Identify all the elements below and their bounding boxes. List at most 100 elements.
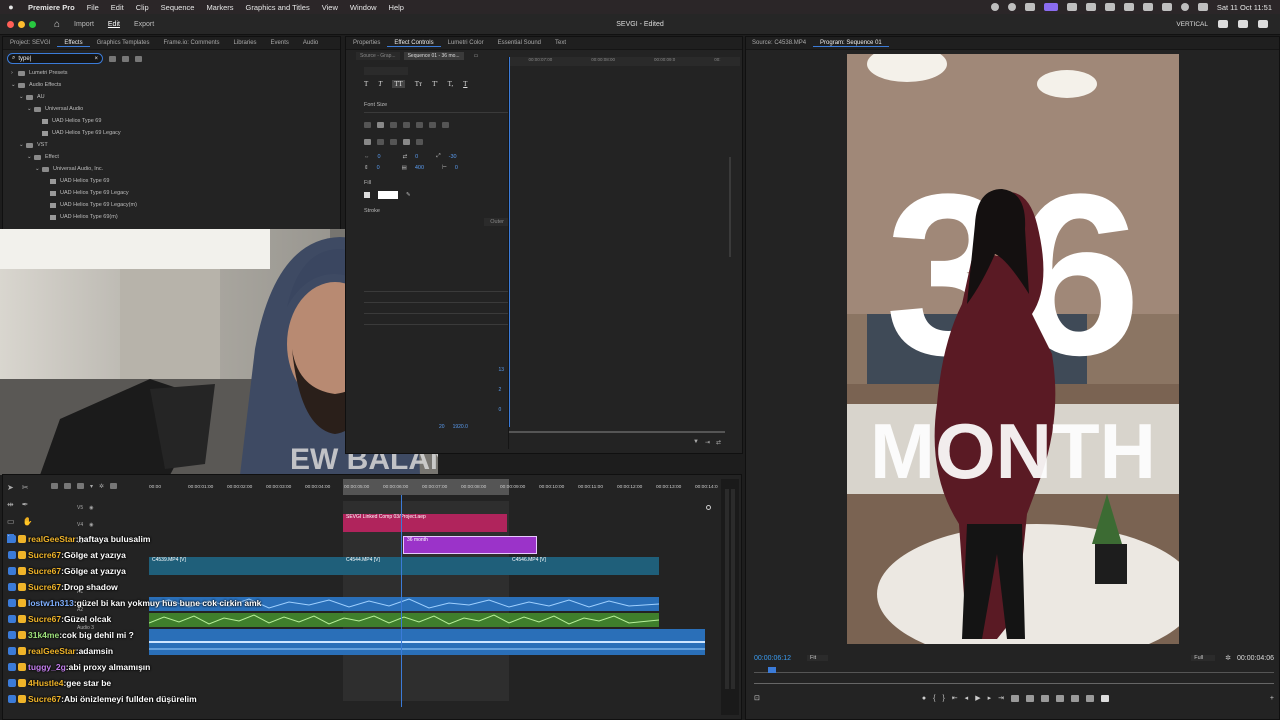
tab-audio[interactable]: Audio xyxy=(296,40,325,46)
wallet-icon[interactable] xyxy=(1085,3,1096,11)
overwrite-icon[interactable] xyxy=(1025,694,1034,702)
side-value-2[interactable]: 2 xyxy=(498,387,504,393)
grid-icon[interactable] xyxy=(1066,3,1077,11)
program-time-ruler[interactable] xyxy=(754,667,1274,673)
tracking-value[interactable]: 0 xyxy=(378,154,381,160)
fill-color-swatch[interactable] xyxy=(378,190,398,199)
captions-icon[interactable] xyxy=(110,483,118,489)
tab-lumetri-color[interactable]: Lumetri Color xyxy=(441,40,491,46)
kerning-value[interactable]: 0 xyxy=(415,154,418,160)
chevron-down-icon[interactable]: ⌄ xyxy=(19,142,26,148)
superscript-button[interactable]: T' xyxy=(432,80,438,88)
fill-checkbox[interactable] xyxy=(364,191,370,198)
search-input[interactable]: type| xyxy=(18,56,31,62)
track-v4-eye-icon[interactable]: ◉ xyxy=(89,522,93,528)
tab-essential-sound[interactable]: Essential Sound xyxy=(491,40,548,46)
mark-in-icon[interactable]: { xyxy=(933,695,935,702)
tab-text[interactable]: Text xyxy=(548,40,573,46)
timeline-vertical-scroll[interactable] xyxy=(706,505,711,685)
stroke-type-dropdown[interactable]: Outer xyxy=(484,217,510,226)
add-marker-timeline-icon[interactable]: ▾ xyxy=(90,483,93,493)
home-icon[interactable]: ⌂ xyxy=(54,19,60,30)
tab-properties[interactable]: Properties xyxy=(346,40,387,46)
close-window-icon[interactable] xyxy=(7,20,14,28)
bottom-value-1[interactable]: 20 xyxy=(439,424,445,430)
sequence-clip-label[interactable]: Sequence 01 - 36 mo... xyxy=(403,52,464,60)
clip-c4544[interactable]: C4544.MP4 [V] xyxy=(343,557,509,575)
go-to-in-icon[interactable]: ⇤ xyxy=(952,694,958,702)
effects-tree-item[interactable]: ⌄ VST xyxy=(3,139,340,151)
underline-button[interactable]: T xyxy=(463,80,467,88)
filter-icon[interactable]: ▼ xyxy=(693,439,699,446)
menu-clip[interactable]: Clip xyxy=(130,3,155,12)
razor-tool-icon[interactable]: ✂ xyxy=(22,483,29,492)
zoom-window-icon[interactable] xyxy=(29,20,36,28)
effects-tree-item[interactable]: UAD Helios Type 69 Legacy(m) xyxy=(3,199,340,211)
wrench-icon[interactable]: ✲ xyxy=(1225,654,1231,662)
effects-search-box[interactable]: ⌕ type| × xyxy=(7,53,103,64)
effects-tree-item[interactable]: UAD Helios Type 69 xyxy=(3,175,340,187)
panel-menu-icon[interactable]: ▭ xyxy=(474,53,479,59)
comparison-view-icon[interactable] xyxy=(1085,694,1094,702)
effects-tree-item[interactable]: ⌄ Audio Effects xyxy=(3,79,340,91)
tab-program-monitor[interactable]: Program: Sequence 01 xyxy=(813,40,889,47)
ec-settings-icon[interactable]: ⇄ xyxy=(716,439,721,446)
baseline-value[interactable]: 0 xyxy=(377,165,380,171)
side-value-3[interactable]: 0 xyxy=(498,407,504,413)
effects-tree-item[interactable]: UAD Helios Type 69 xyxy=(3,115,340,127)
vpn-icon[interactable] xyxy=(1104,3,1115,11)
add-button-icon[interactable]: + xyxy=(1270,695,1274,702)
timeline-ruler[interactable]: 00:00 00:00:01:00 00:00:02:00 00:00:03:00 00… xyxy=(149,479,718,495)
discord-icon[interactable] xyxy=(1043,3,1058,11)
menu-help[interactable]: Help xyxy=(383,3,410,12)
tab-edit[interactable]: Edit xyxy=(108,21,120,28)
tab-effect-controls[interactable]: Effect Controls xyxy=(387,40,441,47)
leading-value[interactable]: -30 xyxy=(449,154,457,160)
safe-margins-icon[interactable]: ⊡ xyxy=(754,694,760,702)
battery-icon[interactable] xyxy=(1142,3,1153,11)
clip-c4546[interactable]: C4546.MP4 [V] xyxy=(509,557,659,575)
nest-icon[interactable] xyxy=(51,483,58,489)
menu-sequence[interactable]: Sequence xyxy=(155,3,201,12)
menu-view[interactable]: View xyxy=(316,3,344,12)
menu-markers[interactable]: Markers xyxy=(200,3,239,12)
chevron-down-icon[interactable]: ⌄ xyxy=(11,82,18,88)
justify-left-icon[interactable] xyxy=(403,121,410,128)
align-left-icon[interactable] xyxy=(364,121,371,128)
ec-zoom-bar[interactable] xyxy=(509,431,725,433)
eyedropper-icon[interactable]: ✎ xyxy=(406,192,411,198)
bold-button[interactable]: T xyxy=(364,80,368,88)
rect-tool-icon[interactable]: ▭ xyxy=(7,517,15,526)
chevron-down-icon[interactable]: ⌄ xyxy=(27,106,34,112)
control-center-icon[interactable] xyxy=(1197,3,1208,11)
snap-icon[interactable] xyxy=(64,483,71,489)
effects-tree-item[interactable]: UAD Helios Type 69 Legacy xyxy=(3,127,340,139)
wifi-icon[interactable] xyxy=(1161,3,1172,11)
play-icon[interactable]: ▶ xyxy=(975,694,980,702)
ec-scrollbar[interactable] xyxy=(729,157,731,257)
workspace-label[interactable]: VERTICAL xyxy=(1176,21,1208,28)
apple-icon[interactable]: ● xyxy=(0,2,22,12)
chevron-down-icon[interactable]: ⌄ xyxy=(27,154,34,160)
tab-graphics-templates[interactable]: Graphics Templates xyxy=(90,40,157,46)
record-icon[interactable] xyxy=(1007,3,1016,11)
select-tool-icon[interactable]: ➤ xyxy=(7,483,14,492)
chevron-down-icon[interactable]: ⌄ xyxy=(35,166,42,172)
text-direction-icon[interactable] xyxy=(403,138,410,145)
align-right-icon[interactable] xyxy=(390,121,397,128)
proxy-toggle-icon[interactable] xyxy=(1100,694,1109,702)
menu-window[interactable]: Window xyxy=(344,3,383,12)
hand-tool-icon[interactable]: ✋ xyxy=(23,517,33,526)
minimize-window-icon[interactable] xyxy=(18,20,25,28)
tab-import[interactable]: Import xyxy=(74,21,94,28)
align-bottom-icon[interactable] xyxy=(390,138,397,145)
timeline-playhead[interactable] xyxy=(401,495,402,707)
export-frame-button-icon[interactable] xyxy=(1070,694,1079,702)
menu-graphics[interactable]: Graphics and Titles xyxy=(240,3,316,12)
tab-libraries[interactable]: Libraries xyxy=(227,40,264,46)
effects-tree-item[interactable]: ⌄ Universal Audio, Inc. xyxy=(3,163,340,175)
tab-events[interactable]: Events xyxy=(264,40,296,46)
justify-center-icon[interactable] xyxy=(416,121,423,128)
go-to-out-icon[interactable]: ⇥ xyxy=(998,694,1004,702)
italic-button[interactable]: T xyxy=(378,80,382,88)
